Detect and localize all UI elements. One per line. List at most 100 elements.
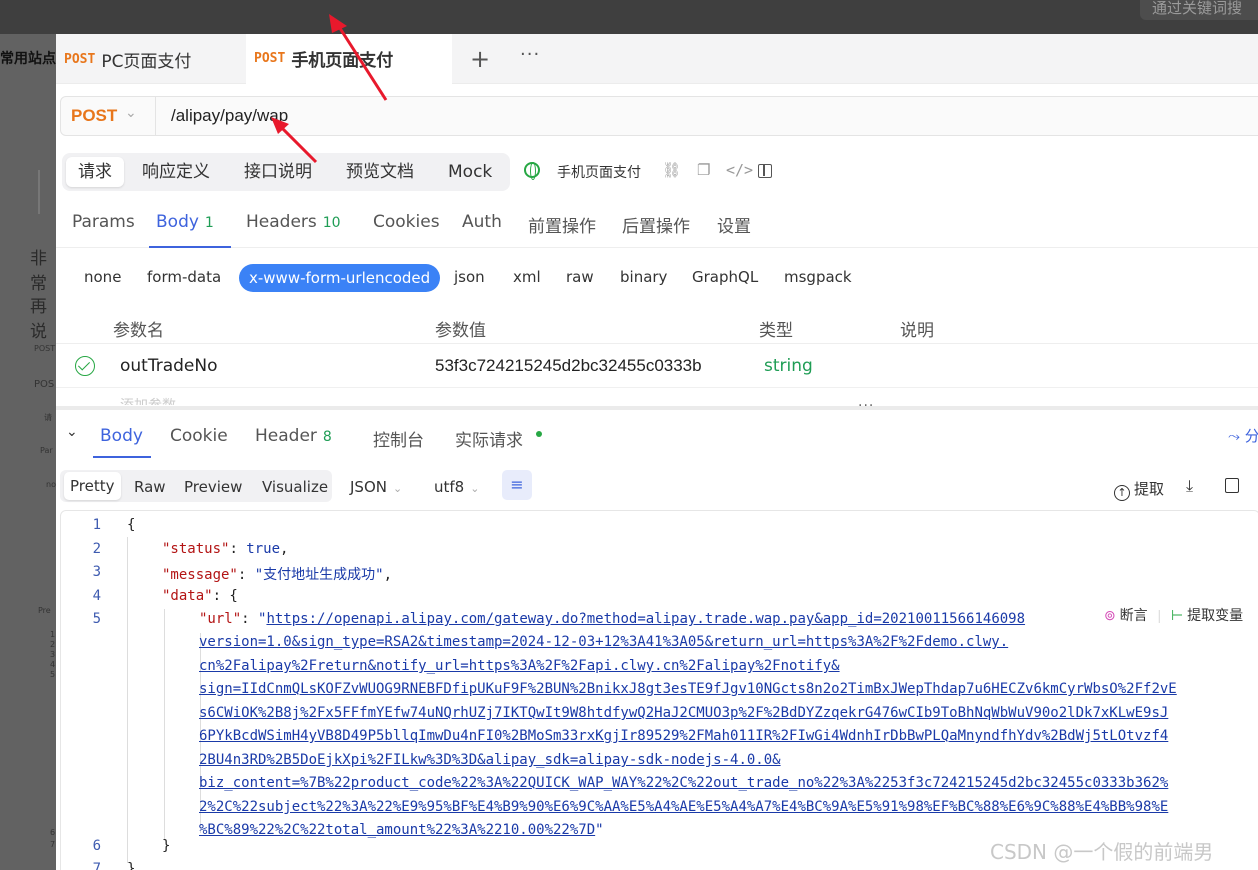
add-param-hint[interactable]: 添加参数 xyxy=(120,395,176,405)
json-close-inner: } xyxy=(162,838,171,854)
tab-params[interactable]: Params xyxy=(72,212,135,232)
share-label: 分 xyxy=(1244,427,1258,445)
tab-response-cookie[interactable]: Cookie xyxy=(170,426,228,446)
body-type-graphql[interactable]: GraphQL xyxy=(692,268,758,286)
view-preview[interactable]: Preview xyxy=(184,478,242,496)
method-select[interactable]: POST xyxy=(71,106,117,126)
panel-resize-divider[interactable] xyxy=(56,406,1258,410)
json-url-link[interactable]: biz_content=%7B%22product_code%22%3A%22Q… xyxy=(199,775,1168,791)
json-url-link[interactable]: sign=IIdCnmQLsKOFZvWUOG9RNEBFDfipUKuF9F%… xyxy=(199,681,1177,697)
tab-label: Cookies xyxy=(373,212,440,232)
url-input[interactable]: /alipay/pay/wap xyxy=(171,106,288,126)
background-side-label: 请 xyxy=(44,413,52,422)
tab-response-body[interactable]: Body xyxy=(100,426,143,446)
view-raw[interactable]: Raw xyxy=(134,478,166,496)
tab-pre-actions[interactable]: 前置操作 xyxy=(528,212,596,237)
json-value: "支付地址生成成功" xyxy=(254,567,384,583)
body-type-none[interactable]: none xyxy=(84,268,121,286)
request-tab-bar: POST PC页面支付 POST 手机页面支付 + ··· xyxy=(56,34,1258,84)
link-icon[interactable]: ⛓ xyxy=(662,161,681,179)
json-url-link[interactable]: version=1.0&sign_type=RSA2&timestamp=202… xyxy=(199,634,1008,650)
response-code-viewer[interactable]: 1 2 3 4 5 6 7 { "status": true, "message… xyxy=(60,510,1258,870)
json-url-link[interactable]: 2BU4n3RD%2B5DoEjkXpi%2FILkw%3D%3D&alipay… xyxy=(199,752,781,768)
collapse-chevron-icon[interactable]: ⌄ xyxy=(66,424,78,440)
layout-panel-icon[interactable] xyxy=(758,164,772,178)
subtab-response-definition[interactable]: 响应定义 xyxy=(130,157,222,187)
tab-settings[interactable]: 设置 xyxy=(717,212,751,237)
subtab-request[interactable]: 请求 xyxy=(66,157,124,187)
encoding-select[interactable]: utf8 ⌄ xyxy=(434,478,479,496)
tab-headers[interactable]: Headers 10 xyxy=(246,212,341,232)
body-type-urlencoded[interactable]: x-www-form-urlencoded xyxy=(239,264,441,292)
body-type-xml[interactable]: xml xyxy=(513,268,541,286)
chevron-down-icon: ⌄ xyxy=(392,482,403,495)
view-visualize[interactable]: Visualize xyxy=(262,478,328,496)
request-tab-pc-pay[interactable]: POST PC页面支付 xyxy=(56,34,244,84)
tab-auth[interactable]: Auth xyxy=(462,212,502,232)
drag-handle-icon[interactable]: ··· xyxy=(858,398,874,414)
subtab-api-description[interactable]: 接口说明 xyxy=(232,157,324,187)
body-type-raw[interactable]: raw xyxy=(566,268,594,286)
download-icon[interactable]: ⤓ xyxy=(1186,476,1193,496)
body-type-binary[interactable]: binary xyxy=(620,268,667,286)
subtab-mock[interactable]: Mock xyxy=(436,157,504,187)
extract-variable-button[interactable]: 提取变量 xyxy=(1187,607,1243,623)
json-url-link[interactable]: 2%2C%22subject%22%3A%22%E9%95%BF%E4%B9%9… xyxy=(199,799,1168,815)
format-select[interactable]: JSON ⌄ xyxy=(350,478,402,496)
watermark: CSDN @一个假的前端男 xyxy=(990,840,1214,864)
enabled-check-icon[interactable] xyxy=(75,356,95,376)
tab-cookies[interactable]: Cookies xyxy=(373,212,440,232)
tab-label: 手机页面支付 xyxy=(291,51,394,71)
copy-icon[interactable]: ❐ xyxy=(697,161,710,179)
assertion-button[interactable]: 断言 xyxy=(1120,607,1148,623)
indent-guide xyxy=(127,537,128,863)
json-url-link[interactable]: s6CWiOK%2B8j%2Fx5FFfmYEfw74uNQrhUZj7IKTQ… xyxy=(199,705,1168,721)
param-name-field[interactable]: outTradeNo xyxy=(120,356,218,376)
tab-post-actions[interactable]: 后置操作 xyxy=(622,212,690,237)
body-type-form-data[interactable]: form-data xyxy=(147,268,221,286)
background-site-label: 常用站点 xyxy=(0,51,56,67)
extract-button[interactable]: ↑ 提取 xyxy=(1114,478,1164,501)
tab-response-header[interactable]: Header 8 xyxy=(255,426,332,446)
background-side-label: POS xyxy=(34,379,55,390)
api-name-label[interactable]: 手机页面支付 xyxy=(557,162,641,182)
json-line-url: "url": "https://openapi.alipay.com/gatew… xyxy=(199,611,1026,627)
body-type-msgpack[interactable]: msgpack xyxy=(784,268,852,286)
tab-label: 设置 xyxy=(717,217,751,237)
subtab-preview-doc[interactable]: 预览文档 xyxy=(334,157,426,187)
json-close-outer: } xyxy=(127,861,136,870)
param-value-field[interactable]: 53f3c724215245d2bc32455c0333b xyxy=(435,356,702,376)
json-key: "status" xyxy=(162,541,230,557)
subtab-group: 请求 响应定义 接口说明 预览文档 Mock xyxy=(62,153,510,191)
wrap-lines-icon[interactable]: ≡ xyxy=(502,470,532,500)
background-text-1: 非常 xyxy=(30,249,47,294)
code-icon[interactable]: </> xyxy=(726,161,753,179)
json-url-link[interactable]: https://openapi.alipay.com/gateway.do?me… xyxy=(266,611,1025,627)
json-quote: " xyxy=(595,822,604,838)
param-type-select[interactable]: string xyxy=(764,356,813,376)
request-tab-wap-pay[interactable]: POST 手机页面支付 xyxy=(246,34,452,84)
line-number: 6 xyxy=(92,838,101,854)
column-header: 类型 xyxy=(759,321,793,341)
extract-icon: ↑ xyxy=(1114,485,1130,501)
column-header: 参数名 xyxy=(113,321,164,341)
share-button[interactable]: ⤳ 分 xyxy=(1228,425,1258,446)
tab-body[interactable]: Body 1 xyxy=(156,212,214,232)
view-pretty[interactable]: Pretty xyxy=(64,472,121,500)
json-line-status: "status": true, xyxy=(162,541,289,557)
chevron-down-icon[interactable]: ⌄ xyxy=(125,105,137,121)
tab-actual-request[interactable]: 实际请求 xyxy=(455,426,523,451)
background-side-label: POST xyxy=(34,344,56,353)
body-type-json[interactable]: json xyxy=(454,268,485,286)
tab-console[interactable]: 控制台 xyxy=(373,426,424,451)
json-url-link[interactable]: %BC%89%22%2C%22total_amount%22%3A%2210.0… xyxy=(199,822,595,838)
copy-icon[interactable] xyxy=(1225,478,1239,493)
more-icon[interactable]: ··· xyxy=(520,44,540,65)
separator: | xyxy=(1157,607,1162,623)
json-url-link[interactable]: 6PYkBcdWSimH4yVB8D49P5bllqImwDu4nFI0%2BM… xyxy=(199,728,1168,744)
status-dot xyxy=(536,431,542,437)
background-divider xyxy=(38,170,40,214)
tab-label: Auth xyxy=(462,212,502,232)
add-tab-icon[interactable]: + xyxy=(470,45,490,73)
json-url-link[interactable]: cn%2Falipay%2Freturn&notify_url=https%3A… xyxy=(199,658,840,674)
